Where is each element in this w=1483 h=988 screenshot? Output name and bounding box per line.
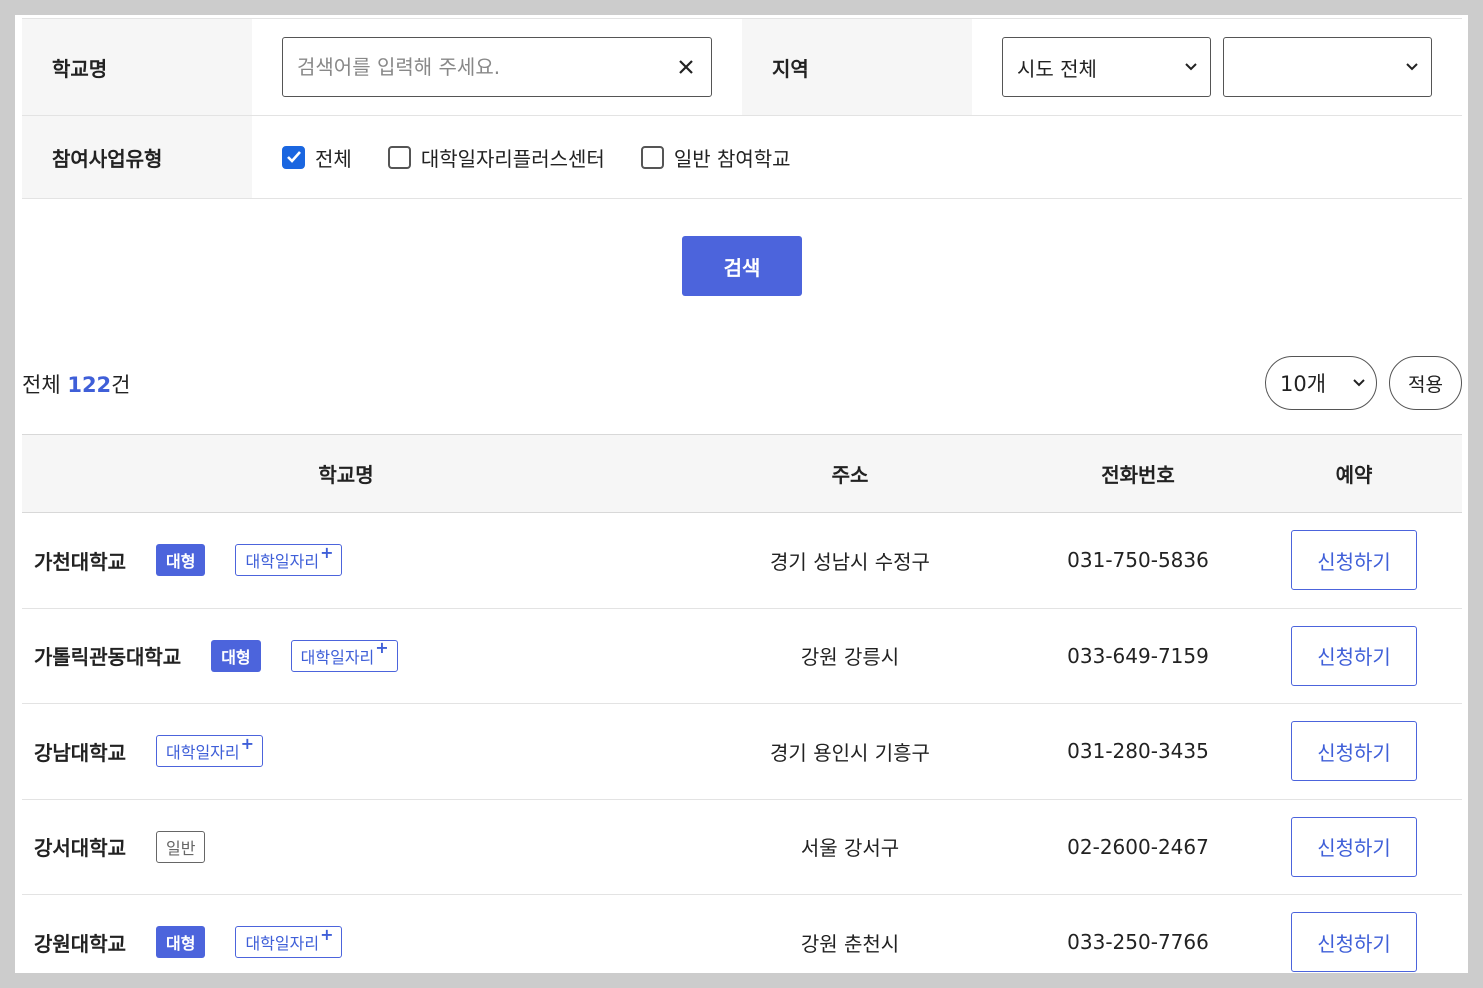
filter-row-type: 참여사업유형 전체 대학일자리플러스센터 일반 참여학교 [22,116,1462,199]
address: 서울 강서구 [800,836,900,861]
chevron-down-icon [1184,60,1198,74]
apply-reservation-button[interactable]: 신청하기 [1291,912,1417,973]
checkbox-plus-center-label: 대학일자리플러스센터 [420,146,605,171]
school-name: 가천대학교 [34,549,126,574]
phone: 02-2600-2467 [1067,834,1209,859]
address: 경기 성남시 수정구 [770,549,930,574]
phone: 033-649-7159 [1067,643,1209,668]
table-row: 강남대학교 대학일자리 + 경기 용인시 기흥구 031-280-3435 신청하… [22,704,1462,800]
per-page-value: 10개 [1280,372,1327,396]
region-select-value: 시도 전체 [1017,56,1097,81]
per-page-select[interactable]: 10개 [1265,356,1377,410]
apply-reservation-button[interactable]: 신청하기 [1291,816,1417,877]
page: 학교명 지역 시도 전체 [15,15,1468,973]
plus-icon: + [240,733,255,753]
result-count-prefix: 전체 [22,373,68,397]
school-name: 가톨릭관동대학교 [34,645,182,670]
type-checkbox-group: 전체 대학일자리플러스센터 일반 참여학교 [282,143,791,172]
apply-reservation-button[interactable]: 신청하기 [1291,721,1417,782]
search-button[interactable]: 검색 [682,236,802,296]
participation-type-label: 참여사업유형 [22,116,252,198]
badge-job-plus: 대학일자리 + [290,638,398,672]
search-field[interactable] [282,37,712,97]
apply-button[interactable]: 적용 [1389,356,1462,410]
close-icon[interactable] [675,56,697,78]
result-count-suffix: 건 [111,373,131,397]
address: 경기 용인시 기흥구 [770,740,930,765]
subregion-select[interactable] [1223,37,1432,97]
plus-icon: + [375,638,389,658]
column-header-phone: 전화번호 [1101,463,1175,487]
address: 강원 춘천시 [800,931,900,956]
chevron-down-icon [1352,376,1366,390]
checkbox-all-label: 전체 [315,146,352,171]
checkbox-plus-center[interactable]: 대학일자리플러스센터 [387,143,605,172]
plus-icon: + [320,542,334,562]
badge-large: 대형 [156,926,206,959]
school-name-label: 학교명 [22,19,252,115]
checkbox-icon[interactable] [640,145,664,169]
badge-job-plus-label: 대학일자리 [300,647,375,667]
phone: 031-280-3435 [1067,739,1209,764]
school-name: 강원대학교 [34,931,126,956]
filter-panel: 학교명 지역 시도 전체 [22,18,1462,199]
table-row: 강원대학교 대형 대학일자리 + 강원 춘천시 033-250-7766 신청하기 [22,895,1462,973]
checkbox-all[interactable]: 전체 [282,143,352,172]
table-row: 가천대학교 대형 대학일자리 + 경기 성남시 수정구 031-750-5836 … [22,513,1462,609]
region-select[interactable]: 시도 전체 [1002,37,1211,97]
badge-job-plus: 대학일자리 + [156,733,264,768]
phone: 031-750-5836 [1067,548,1209,573]
school-name: 강서대학교 [34,836,126,861]
badge-job-plus: 대학일자리 + [235,924,343,959]
badge-large: 대형 [156,544,206,577]
search-input[interactable] [297,55,675,79]
badge-job-plus: 대학일자리 + [235,542,343,577]
chevron-down-icon [1405,60,1419,74]
badge-large: 대형 [211,639,261,672]
badge-general: 일반 [156,830,206,863]
apply-reservation-button[interactable]: 신청하기 [1291,530,1417,591]
address: 강원 강릉시 [800,645,900,670]
school-name: 강남대학교 [34,740,126,765]
checkbox-general-label: 일반 참여학교 [673,146,791,171]
table-row: 강서대학교 일반 서울 강서구 02-2600-2467 신청하기 [22,800,1462,895]
table-header: 학교명 주소 전화번호 예약 [22,434,1462,513]
phone: 033-250-7766 [1067,930,1209,955]
plus-icon: + [320,924,334,944]
column-header-school: 학교명 [318,463,374,487]
region-label: 지역 [742,19,972,115]
table-row: 가톨릭관동대학교 대형 대학일자리 + 강원 강릉시 033-649-7159 신… [22,609,1462,704]
badge-job-plus-label: 대학일자리 [245,552,320,572]
column-header-reservation: 예약 [1335,463,1373,487]
checkbox-checked-icon[interactable] [282,145,305,169]
result-count: 전체 122건 [22,369,131,399]
badge-job-plus-label: 대학일자리 [245,934,320,954]
badge-job-plus-label: 대학일자리 [166,743,240,763]
school-table: 학교명 주소 전화번호 예약 가천대학교 대형 대학일자리 + 경기 성남시 수정… [22,434,1462,973]
apply-reservation-button[interactable]: 신청하기 [1291,625,1417,686]
checkbox-general[interactable]: 일반 참여학교 [640,143,791,172]
filter-row-school: 학교명 지역 시도 전체 [22,19,1462,116]
column-header-address: 주소 [831,463,869,487]
checkbox-icon[interactable] [387,145,411,169]
result-count-number: 122 [67,373,112,397]
